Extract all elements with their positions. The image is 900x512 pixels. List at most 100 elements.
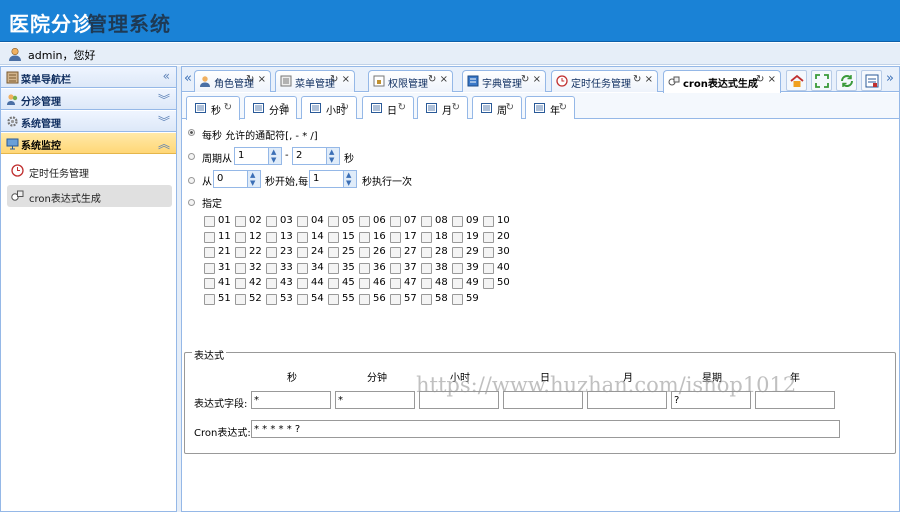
chevron-down-icon[interactable]: ︾ [158, 91, 170, 108]
second-checkbox[interactable] [266, 262, 277, 274]
tab-cron-generator[interactable]: cron表达式生成 ↻ × [663, 70, 781, 93]
refresh-icon[interactable]: ↻ [506, 102, 514, 113]
second-checkbox[interactable] [359, 262, 370, 274]
second-checkbox[interactable] [204, 262, 215, 274]
stepper-arrows[interactable]: ▲ ▼ [343, 171, 356, 187]
second-checkbox[interactable] [297, 231, 308, 243]
second-checkbox[interactable] [328, 293, 339, 305]
second-checkbox[interactable] [483, 262, 494, 274]
field-second-input[interactable]: * [251, 391, 331, 409]
home-button[interactable] [786, 70, 807, 91]
sidebar-item-cron-generator[interactable]: cron表达式生成 [7, 185, 172, 207]
second-checkbox[interactable] [421, 293, 432, 305]
second-checkbox[interactable] [266, 247, 277, 258]
refresh-icon[interactable]: ↻ [224, 102, 232, 113]
radio-from[interactable] [188, 177, 195, 184]
cron-expression-input[interactable]: * * * * * ? [251, 420, 840, 438]
collapse-icon[interactable]: « [163, 69, 170, 83]
tab-role-management[interactable]: 角色管理 ↻ × [194, 70, 271, 92]
second-checkbox[interactable] [390, 262, 401, 274]
second-checkbox[interactable] [328, 278, 339, 289]
second-checkbox[interactable] [421, 247, 432, 258]
stepper-arrows[interactable]: ▲ ▼ [268, 148, 281, 164]
second-checkbox[interactable] [235, 247, 246, 258]
subtab-week[interactable]: 周 ↻ [472, 96, 522, 119]
second-checkbox[interactable] [328, 247, 339, 258]
period-from-stepper[interactable]: 1 ▲ ▼ [234, 147, 282, 165]
tab-close-icon[interactable]: ↻ × [330, 74, 350, 85]
second-checkbox[interactable] [204, 231, 215, 243]
tab-menu-management[interactable]: 菜单管理 ↻ × [275, 70, 355, 92]
second-checkbox[interactable] [483, 231, 494, 243]
tab-scroll-left-icon[interactable]: « [184, 71, 192, 86]
second-checkbox[interactable] [297, 278, 308, 289]
second-checkbox[interactable] [266, 231, 277, 243]
tab-permission-management[interactable]: 权限管理 ↻ × [368, 70, 453, 92]
from-step-stepper[interactable]: 1 ▲ ▼ [309, 170, 357, 188]
tab-close-icon[interactable]: ↻ × [521, 74, 541, 85]
second-checkbox[interactable] [483, 216, 494, 227]
second-checkbox[interactable] [235, 262, 246, 274]
second-checkbox[interactable] [297, 216, 308, 227]
sidebar-nav-header[interactable]: 菜单导航栏 « [1, 67, 176, 88]
second-checkbox[interactable] [452, 278, 463, 289]
sidebar-group-monitor[interactable]: 系统监控 ︽ [1, 133, 176, 154]
second-checkbox[interactable] [235, 216, 246, 227]
stepper-arrows[interactable]: ▲ ▼ [247, 171, 260, 187]
second-checkbox[interactable] [421, 262, 432, 274]
second-checkbox[interactable] [297, 293, 308, 305]
second-checkbox[interactable] [204, 278, 215, 289]
second-checkbox[interactable] [235, 293, 246, 305]
second-checkbox[interactable] [359, 278, 370, 289]
second-checkbox[interactable] [421, 216, 432, 227]
second-checkbox[interactable] [328, 231, 339, 243]
second-checkbox[interactable] [390, 247, 401, 258]
radio-every-second[interactable] [188, 129, 195, 136]
second-checkbox[interactable] [452, 247, 463, 258]
tab-close-icon[interactable]: ↻ × [633, 74, 653, 85]
second-checkbox[interactable] [483, 247, 494, 258]
fullscreen-button[interactable] [811, 70, 832, 91]
second-checkbox[interactable] [483, 278, 494, 289]
subtab-year[interactable]: 年 ↻ [525, 96, 575, 119]
from-start-stepper[interactable]: 0 ▲ ▼ [213, 170, 261, 188]
second-checkbox[interactable] [421, 278, 432, 289]
tab-close-icon[interactable]: ↻ × [246, 74, 266, 85]
second-checkbox[interactable] [359, 293, 370, 305]
tab-close-icon[interactable]: ↻ × [756, 74, 776, 85]
chevron-up-icon[interactable]: ︽ [158, 135, 170, 152]
subtab-day[interactable]: 日 ↻ [362, 96, 414, 119]
radio-period[interactable] [188, 153, 195, 160]
second-checkbox[interactable] [390, 293, 401, 305]
radio-specify[interactable] [188, 199, 195, 206]
second-checkbox[interactable] [452, 216, 463, 227]
subtab-second[interactable]: 秒 ↻ [186, 96, 240, 120]
second-checkbox[interactable] [328, 216, 339, 227]
second-checkbox[interactable] [359, 216, 370, 227]
tab-close-icon[interactable]: ↻ × [428, 74, 448, 85]
refresh-button[interactable] [836, 70, 857, 91]
second-checkbox[interactable] [266, 216, 277, 227]
field-minute-input[interactable]: * [335, 391, 415, 409]
second-checkbox[interactable] [235, 278, 246, 289]
second-checkbox[interactable] [204, 216, 215, 227]
second-checkbox[interactable] [452, 231, 463, 243]
tab-scheduled-tasks[interactable]: 定时任务管理 ↻ × [551, 70, 658, 92]
subtab-minute[interactable]: 分钟 ↻ [244, 96, 297, 119]
tab-dictionary-management[interactable]: 字典管理 ↻ × [462, 70, 546, 92]
second-checkbox[interactable] [204, 247, 215, 258]
second-checkbox[interactable] [390, 278, 401, 289]
subtab-month[interactable]: 月 ↻ [417, 96, 468, 119]
second-checkbox[interactable] [421, 231, 432, 243]
subtab-hour[interactable]: 小时 ↻ [301, 96, 357, 119]
refresh-icon[interactable]: ↻ [281, 102, 289, 113]
second-checkbox[interactable] [266, 278, 277, 289]
second-checkbox[interactable] [266, 293, 277, 305]
second-checkbox[interactable] [328, 262, 339, 274]
sidebar-item-scheduled-tasks[interactable]: 定时任务管理 [7, 160, 172, 182]
second-checkbox[interactable] [297, 247, 308, 258]
second-checkbox[interactable] [235, 231, 246, 243]
second-checkbox[interactable] [452, 293, 463, 305]
tab-menu-button[interactable] [861, 70, 882, 91]
period-to-stepper[interactable]: 2 ▲ ▼ [292, 147, 340, 165]
